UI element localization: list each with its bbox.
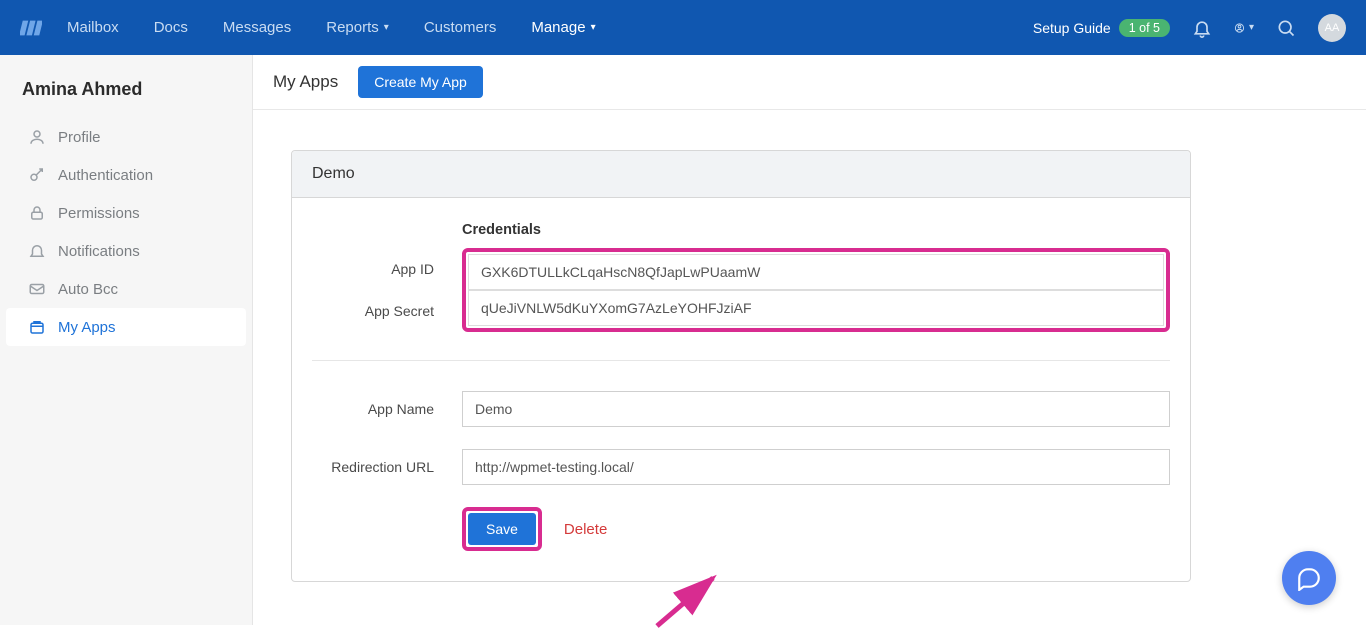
app-id-label: App ID [312,248,462,290]
form-fields: App Name Redirection URL [312,391,1170,485]
avatar-initials: AA [1325,22,1340,34]
sidebar-item-label: Auto Bcc [58,281,118,298]
subheader: My Apps Create My App [253,55,1366,110]
chat-fab[interactable] [1282,551,1336,605]
brand-logo-icon[interactable] [20,17,42,39]
create-my-app-button[interactable]: Create My App [358,66,483,98]
redirection-url-label: Redirection URL [312,459,462,475]
content-area: My Apps Create My App Demo Credentials A… [253,55,1366,625]
sidebar-item-authentication[interactable]: Authentication [6,156,246,194]
credentials-heading: Credentials [462,222,1170,238]
credentials-row: App ID App Secret [312,248,1170,332]
person-icon [28,128,46,146]
app-name-row: App Name [312,391,1170,427]
nav-label: Customers [424,19,497,36]
chevron-down-icon: ▾ [1249,22,1254,33]
app-secret-label: App Secret [312,290,462,332]
sidebar-item-myapps[interactable]: My Apps [6,308,246,346]
nav-label: Reports [326,19,379,36]
key-icon [28,166,46,184]
app-card: Demo Credentials App ID App Secret [291,150,1191,582]
nav-label: Manage [531,19,585,36]
nav-messages[interactable]: Messages [223,19,291,36]
nav-mailbox[interactable]: Mailbox [67,19,119,36]
nav-docs[interactable]: Docs [154,19,188,36]
credentials-highlight-box [462,248,1170,332]
main-layout: Amina Ahmed Profile Authentication Permi… [0,55,1366,625]
app-secret-input[interactable] [468,290,1164,326]
setup-guide-pill: 1 of 5 [1119,19,1170,37]
chevron-down-icon: ▾ [591,22,596,33]
divider [312,360,1170,361]
redirection-url-input[interactable] [462,449,1170,485]
sidebar-item-label: Notifications [58,243,140,260]
sidebar-item-label: My Apps [58,319,116,336]
nav-label: Mailbox [67,19,119,36]
form-actions: Save Delete [462,507,1170,551]
sidebar-item-permissions[interactable]: Permissions [6,194,246,232]
save-highlight-box: Save [462,507,542,551]
redirection-url-row: Redirection URL [312,449,1170,485]
nav-label: Messages [223,19,291,36]
nav-label: Docs [154,19,188,36]
mail-icon [28,280,46,298]
lock-icon [28,204,46,222]
avatar[interactable]: AA [1318,14,1346,42]
card-body: Credentials App ID App Secret [292,198,1190,581]
card-title: Demo [292,151,1190,198]
app-name-label: App Name [312,401,462,417]
sidebar-item-label: Profile [58,129,101,146]
app-name-input[interactable] [462,391,1170,427]
nav-manage[interactable]: Manage ▾ [531,19,595,36]
top-header: Mailbox Docs Messages Reports ▾ Customers… [0,0,1366,55]
sidebar-item-profile[interactable]: Profile [6,118,246,156]
content-body: Demo Credentials App ID App Secret [253,110,1366,622]
app-id-input[interactable] [468,254,1164,290]
credentials-labels: App ID App Secret [312,248,462,332]
nav-reports[interactable]: Reports ▾ [326,19,389,36]
header-right: Setup Guide 1 of 5 ▾ AA [1033,14,1346,42]
chevron-down-icon: ▾ [384,22,389,33]
nav-customers[interactable]: Customers [424,19,497,36]
sidebar-item-label: Permissions [58,205,140,222]
sidebar: Amina Ahmed Profile Authentication Permi… [0,55,253,625]
search-icon[interactable] [1276,18,1296,38]
setup-guide-label: Setup Guide [1033,20,1111,36]
page-title: My Apps [273,72,338,92]
sidebar-item-label: Authentication [58,167,153,184]
bell-icon [28,242,46,260]
sidebar-item-autobcc[interactable]: Auto Bcc [6,270,246,308]
delete-button[interactable]: Delete [564,521,607,538]
sidebar-user-name: Amina Ahmed [0,79,252,118]
bell-icon[interactable] [1192,18,1212,38]
account-menu-icon[interactable]: ▾ [1234,18,1254,38]
setup-guide-link[interactable]: Setup Guide 1 of 5 [1033,19,1170,37]
save-button[interactable]: Save [468,513,536,545]
sidebar-item-notifications[interactable]: Notifications [6,232,246,270]
apps-icon [28,318,46,336]
